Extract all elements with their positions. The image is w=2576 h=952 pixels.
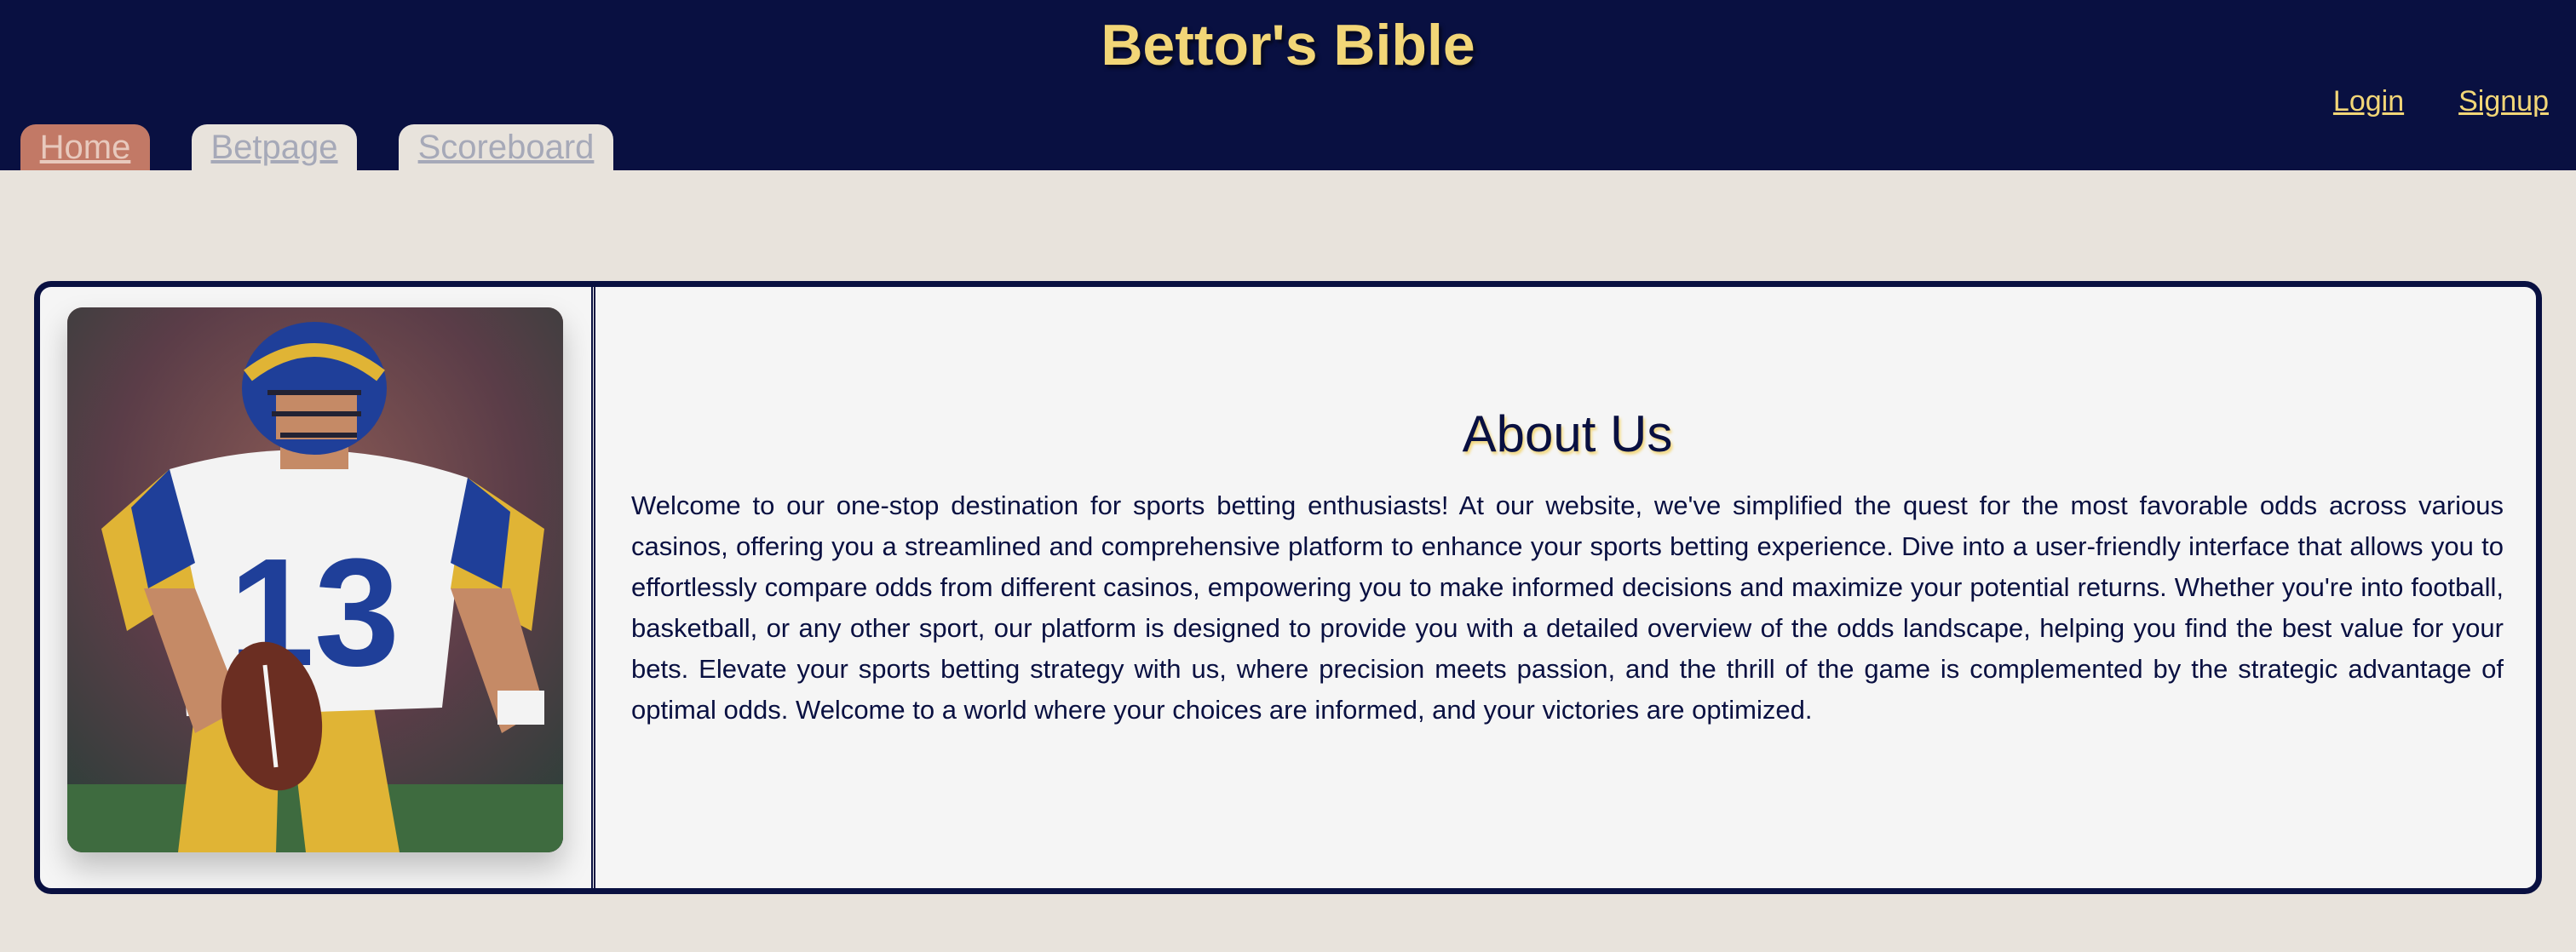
football-player-photo: 13 <box>67 307 563 852</box>
about-body: Welcome to our one-stop destination for … <box>631 490 2504 725</box>
about-card: 13 About Us Welcome to our one-stop dest… <box>34 281 2542 894</box>
about-heading: About Us <box>1462 405 1673 462</box>
about-text-panel: About Us Welcome to our one-stop destina… <box>595 287 2536 888</box>
main-tabs: Home Betpage Scoreboard <box>20 124 613 170</box>
tab-scoreboard[interactable]: Scoreboard <box>399 124 613 170</box>
tab-home[interactable]: Home <box>20 124 150 170</box>
auth-links: Login Signup <box>2333 85 2549 118</box>
about-media-panel: 13 <box>40 287 595 888</box>
login-link[interactable]: Login <box>2333 85 2404 118</box>
signup-link[interactable]: Signup <box>2458 85 2549 118</box>
site-header: Bettor's Bible Home Betpage Scoreboard L… <box>0 0 2576 170</box>
player-illustration: 13 <box>67 307 563 852</box>
site-title: Bettor's Bible <box>1101 13 1475 77</box>
tab-betpage[interactable]: Betpage <box>192 124 357 170</box>
